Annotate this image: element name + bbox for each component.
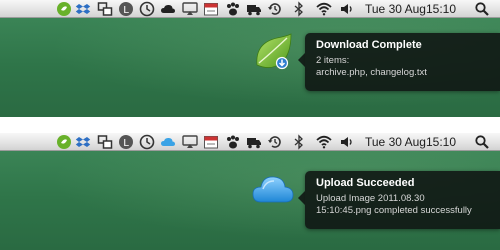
notification-body-line-2: 15:10:45.png completed successfully [316, 205, 472, 216]
menu-bar: L Tue 30 Aug 15:10 [0, 133, 500, 151]
wifi-icon[interactable] [316, 134, 332, 150]
menu-bar-date[interactable]: Tue 30 Aug [365, 2, 426, 16]
menu-bar-time[interactable]: 15:10 [426, 135, 456, 149]
paw-icon[interactable] [225, 134, 241, 150]
time-machine-icon[interactable] [267, 134, 283, 150]
calendar-icon[interactable] [203, 1, 219, 17]
volume-icon[interactable] [339, 1, 355, 17]
notification-title: Download Complete [316, 39, 422, 51]
desktop-panel-upload: L Tue 30 Aug 15:10 Upload Succeeded Uplo… [0, 133, 500, 250]
bluetooth-icon[interactable] [291, 134, 307, 150]
notification-body-line-1: 2 items: [316, 55, 350, 66]
download-complete-notification[interactable]: Download Complete 2 items: archive.php, … [298, 33, 500, 91]
volume-icon[interactable] [339, 134, 355, 150]
cloud-upload-icon [251, 169, 295, 209]
time-icon[interactable] [139, 1, 155, 17]
calendar-icon[interactable] [203, 134, 219, 150]
screen-sharing-icon[interactable] [97, 1, 113, 17]
spotlight-icon[interactable] [474, 134, 490, 150]
truck-icon[interactable] [246, 1, 262, 17]
dropbox-icon[interactable] [75, 134, 91, 150]
screen-sharing-icon[interactable] [97, 134, 113, 150]
time-icon[interactable] [139, 134, 155, 150]
desktop-panel-download: L Tue 30 Aug 15:10 Download Complete 2 i… [0, 0, 500, 117]
airplay-icon[interactable] [182, 134, 198, 150]
growl-icon[interactable]: L [118, 1, 134, 17]
paw-icon[interactable] [225, 1, 241, 17]
svg-text:L: L [123, 5, 129, 16]
cloud-icon[interactable] [160, 1, 176, 17]
wifi-icon[interactable] [316, 1, 332, 17]
evernote-icon[interactable] [56, 1, 72, 17]
bluetooth-icon[interactable] [291, 1, 307, 17]
menu-bar: L Tue 30 Aug 15:10 [0, 0, 500, 18]
upload-succeeded-notification[interactable]: Upload Succeeded Upload Image 2011.08.30… [298, 171, 500, 229]
notification-body-line-2: archive.php, changelog.txt [316, 67, 427, 78]
dropbox-icon[interactable] [75, 1, 91, 17]
spotlight-icon[interactable] [474, 1, 490, 17]
svg-text:L: L [123, 138, 129, 149]
cloud-icon[interactable] [160, 134, 176, 150]
growl-icon[interactable]: L [118, 134, 134, 150]
notification-body-line-1: Upload Image 2011.08.30 [316, 193, 425, 204]
notification-title: Upload Succeeded [316, 177, 415, 189]
time-machine-icon[interactable] [267, 1, 283, 17]
menu-bar-time[interactable]: 15:10 [426, 2, 456, 16]
menu-bar-date[interactable]: Tue 30 Aug [365, 135, 426, 149]
truck-icon[interactable] [246, 134, 262, 150]
leaf-download-icon [251, 31, 295, 75]
airplay-icon[interactable] [182, 1, 198, 17]
evernote-icon[interactable] [56, 134, 72, 150]
